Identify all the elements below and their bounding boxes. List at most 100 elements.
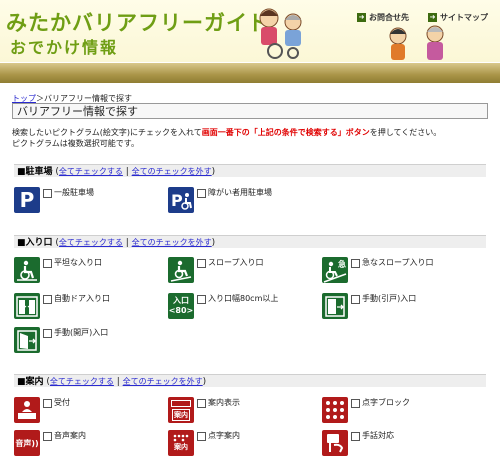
braille-guide-icon: 案内	[168, 430, 194, 456]
checkbox[interactable]	[351, 295, 360, 304]
characters-illustration	[389, 25, 444, 60]
checkbox[interactable]	[43, 432, 52, 441]
section-title-parking: ■駐車場	[17, 167, 53, 177]
option-sign-language[interactable]: 手話対応	[322, 430, 394, 456]
accessible-parking-icon: P	[168, 187, 194, 213]
steep-slope-wheelchair-icon: 急	[322, 257, 348, 283]
option-reception[interactable]: 受付	[14, 397, 70, 423]
section-header-entrance: ■入り口 (全てチェックする | 全てのチェックを外す)	[14, 235, 486, 248]
option-label: 一般駐車場	[54, 188, 94, 197]
option-label: 案内表示	[208, 398, 240, 407]
section-header-information: ■案内 (全てチェックする | 全てのチェックを外す)	[14, 374, 486, 387]
checkbox[interactable]	[43, 259, 52, 268]
option-entrance-width-80[interactable]: 入口 <80> 入り口幅80cm以上	[168, 293, 278, 319]
checkbox[interactable]	[43, 189, 52, 198]
audio-guide-icon: 音声))	[14, 430, 40, 456]
checkbox[interactable]	[43, 399, 52, 408]
arrow-right-icon: ➜	[428, 13, 437, 22]
option-braille-blocks[interactable]: 点字ブロック	[322, 397, 410, 423]
slope-wheelchair-icon	[168, 257, 194, 283]
checkbox[interactable]	[351, 259, 360, 268]
check-all-entrance-link[interactable]: 全てチェックする	[59, 238, 123, 247]
section-title-entrance: ■入り口	[17, 238, 53, 248]
option-accessible-parking[interactable]: P 障がい者用駐車場	[168, 187, 272, 213]
checkbox[interactable]	[43, 295, 52, 304]
reception-icon	[14, 397, 40, 423]
option-sliding-door[interactable]: 手動(引戸)入口	[322, 293, 416, 319]
option-braille-guide[interactable]: 案内 点字案内	[168, 430, 240, 456]
braille-icon-text: 案内	[174, 443, 188, 451]
option-label: 急なスロープ入り口	[362, 258, 434, 267]
option-label: 点字ブロック	[362, 398, 410, 407]
checkbox[interactable]	[351, 399, 360, 408]
arrow-right-icon: ➜	[357, 13, 366, 22]
instructions-highlight: 画面一番下の「上記の条件で検索する」ボタン	[201, 128, 370, 137]
wheelchair-icon	[14, 257, 40, 283]
width-icon-text: <80>	[168, 306, 194, 315]
site-header: みたかバリアフリーガイド おでかけ情報 ➜ お問合せ先 ➜ サイトマップ	[0, 0, 500, 62]
option-information-sign[interactable]: 案内 案内表示	[168, 397, 240, 423]
option-steep-slope-entrance[interactable]: 急 急なスロープ入り口	[322, 257, 434, 283]
automatic-door-icon	[14, 293, 40, 319]
parking-icon: P	[14, 187, 40, 213]
checkbox[interactable]	[197, 432, 206, 441]
option-label: 入り口幅80cm以上	[208, 294, 279, 303]
instructions: 検索したいピクトグラム(絵文字)にチェックを入れて画面一番下の「上記の条件で検索…	[12, 127, 492, 149]
sitemap-label: サイトマップ	[440, 13, 488, 22]
sign-language-icon	[322, 430, 348, 456]
header-divider-bar	[0, 63, 500, 83]
breadcrumb-separator: ＞	[36, 94, 44, 103]
breadcrumb-current: バリアフリー情報で探す	[44, 94, 132, 103]
option-label: 障がい者用駐車場	[208, 188, 272, 197]
instructions-text: 検索したいピクトグラム(絵文字)にチェックを入れて	[12, 128, 202, 137]
option-slope-entrance[interactable]: スロープ入り口	[168, 257, 264, 283]
contact-label: お問合せ先	[369, 13, 409, 22]
entrance-icon-text: 入口	[173, 296, 189, 305]
check-all-information-link[interactable]: 全てチェックする	[50, 377, 114, 386]
family-illustration	[259, 8, 302, 59]
page-title: バリアフリー情報で探す	[12, 103, 488, 119]
checkbox[interactable]	[43, 329, 52, 338]
braille-block-icon	[322, 397, 348, 423]
option-automatic-door[interactable]: 自動ドア入り口	[14, 293, 110, 319]
checkbox[interactable]	[197, 189, 206, 198]
option-label: 音声案内	[54, 431, 86, 440]
option-label: 手話対応	[362, 431, 394, 440]
option-label: 点字案内	[208, 431, 240, 440]
instructions-text-end: を押してください。	[369, 128, 442, 137]
audio-icon-text: 音声	[15, 438, 32, 448]
checkbox[interactable]	[197, 399, 206, 408]
breadcrumb-top-link[interactable]: トップ	[12, 94, 36, 103]
option-label: 手動(引戸)入口	[362, 294, 417, 303]
option-label: 平坦な入り口	[54, 258, 102, 267]
steep-label: 急	[338, 259, 346, 269]
sitemap-link[interactable]: ➜ サイトマップ	[428, 12, 488, 23]
site-logo-title[interactable]: みたかバリアフリーガイド	[6, 7, 270, 37]
uncheck-all-parking-link[interactable]: 全てのチェックを外す	[132, 167, 212, 176]
check-all-parking-link[interactable]: 全てチェックする	[59, 167, 123, 176]
checkbox[interactable]	[197, 259, 206, 268]
instructions-note: ピクトグラムは複数選択可能です。	[12, 139, 139, 148]
option-label: 手動(開戸)入口	[54, 328, 109, 337]
option-hinged-door[interactable]: 手動(開戸)入口	[14, 327, 108, 353]
information-sign-icon: 案内	[168, 397, 194, 423]
hinged-door-icon	[14, 327, 40, 353]
sliding-door-icon	[322, 293, 348, 319]
checkbox[interactable]	[197, 295, 206, 304]
svg-text:P: P	[171, 191, 183, 210]
option-label: スロープ入り口	[208, 258, 264, 267]
option-audio-guide[interactable]: 音声)) 音声案内	[14, 430, 86, 456]
option-label: 自動ドア入り口	[54, 294, 110, 303]
uncheck-all-entrance-link[interactable]: 全てのチェックを外す	[132, 238, 212, 247]
uncheck-all-information-link[interactable]: 全てのチェックを外す	[123, 377, 203, 386]
entrance-width-icon: 入口 <80>	[168, 293, 194, 319]
info-sign-text: 案内	[172, 408, 190, 421]
option-label: 受付	[54, 398, 70, 407]
section-header-parking: ■駐車場 (全てチェックする | 全てのチェックを外す)	[14, 164, 486, 177]
contact-link[interactable]: ➜ お問合せ先	[357, 12, 409, 23]
option-flat-entrance[interactable]: 平坦な入り口	[14, 257, 102, 283]
section-title-information: ■案内	[17, 377, 44, 387]
option-general-parking[interactable]: P 一般駐車場	[14, 187, 94, 213]
site-logo-subtitle[interactable]: おでかけ情報	[10, 34, 118, 58]
checkbox[interactable]	[351, 432, 360, 441]
